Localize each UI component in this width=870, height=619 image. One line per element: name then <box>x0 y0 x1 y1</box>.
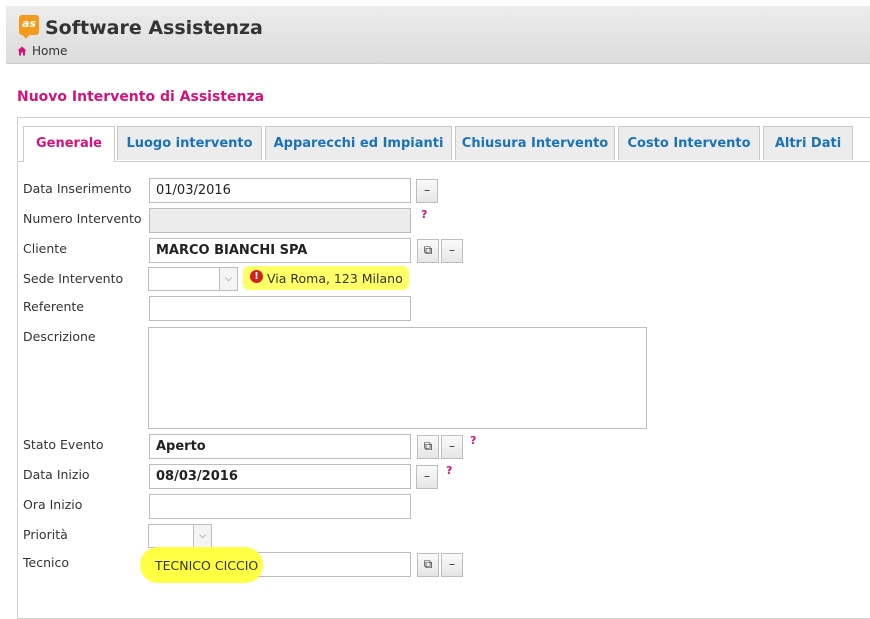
numero-intervento-help-icon[interactable]: ? <box>421 208 427 221</box>
data-inizio-clear-button[interactable]: – <box>416 465 438 489</box>
app-logo: as <box>19 15 39 35</box>
stato-evento-help-icon[interactable]: ? <box>470 434 476 447</box>
sede-intervento-address: Via Roma, 123 Milano <box>267 271 403 286</box>
referente-input[interactable] <box>149 296 411 321</box>
data-inizio-help-icon[interactable]: ? <box>446 464 452 477</box>
stato-evento-input[interactable]: Aperto <box>149 434 411 459</box>
cliente-input[interactable]: MARCO BIANCHI SPA <box>149 238 411 263</box>
referente-label: Referente <box>23 299 84 314</box>
exclamation-circle-icon: ! <box>250 270 263 283</box>
ora-inizio-input[interactable] <box>149 494 411 519</box>
sede-intervento-select[interactable]: ⌵ <box>148 267 238 291</box>
data-inserimento-label: Data Inserimento <box>23 181 132 196</box>
tecnico-clear-button[interactable]: – <box>441 553 463 577</box>
cliente-label: Cliente <box>23 241 67 256</box>
tecnico-label: Tecnico <box>23 555 69 570</box>
numero-intervento-input <box>149 208 411 233</box>
tab-costo-intervento[interactable]: Costo Intervento <box>618 126 760 160</box>
breadcrumb-home[interactable]: Home <box>32 44 67 58</box>
tab-chiusura-intervento[interactable]: Chiusura Intervento <box>455 126 615 160</box>
descrizione-textarea[interactable] <box>148 327 647 429</box>
stato-evento-clear-button[interactable]: – <box>441 435 463 459</box>
data-inizio-input[interactable]: 08/03/2016 <box>149 464 411 489</box>
home-icon[interactable] <box>17 46 27 56</box>
tecnico-lookup-button[interactable]: ⧉ <box>417 553 439 577</box>
data-inizio-label: Data Inizio <box>23 467 90 482</box>
cliente-clear-button[interactable]: – <box>441 239 463 263</box>
tecnico-value: TECNICO CICCIO <box>155 558 259 573</box>
data-inserimento-input[interactable]: 01/03/2016 <box>149 178 411 203</box>
priorita-label: Priorità <box>23 527 68 542</box>
numero-intervento-label: Numero Intervento <box>23 211 142 226</box>
tab-luogo-intervento[interactable]: Luogo intervento <box>117 126 262 160</box>
stato-evento-label: Stato Evento <box>23 437 104 452</box>
sede-intervento-label: Sede Intervento <box>23 271 124 286</box>
data-inserimento-clear-button[interactable]: – <box>416 179 438 203</box>
stato-evento-lookup-button[interactable]: ⧉ <box>417 435 439 459</box>
tab-altri-dati[interactable]: Altri Dati <box>763 126 853 160</box>
tab-apparecchi-ed-impianti[interactable]: Apparecchi ed Impianti <box>265 126 452 160</box>
tab-generale[interactable]: Generale <box>23 126 115 162</box>
app-logo-tail <box>21 33 31 39</box>
page-title: Nuovo Intervento di Assistenza <box>17 89 265 105</box>
chevron-down-icon[interactable]: ⌵ <box>219 268 237 290</box>
priorita-select[interactable]: ⌵ <box>148 524 212 548</box>
cliente-lookup-button[interactable]: ⧉ <box>417 239 439 263</box>
ora-inizio-label: Ora Inizio <box>23 497 83 512</box>
app-header: as Software Assistenza Home <box>6 6 870 64</box>
chevron-down-icon[interactable]: ⌵ <box>193 525 211 547</box>
app-title: Software Assistenza <box>45 17 263 39</box>
descrizione-label: Descrizione <box>23 329 96 344</box>
